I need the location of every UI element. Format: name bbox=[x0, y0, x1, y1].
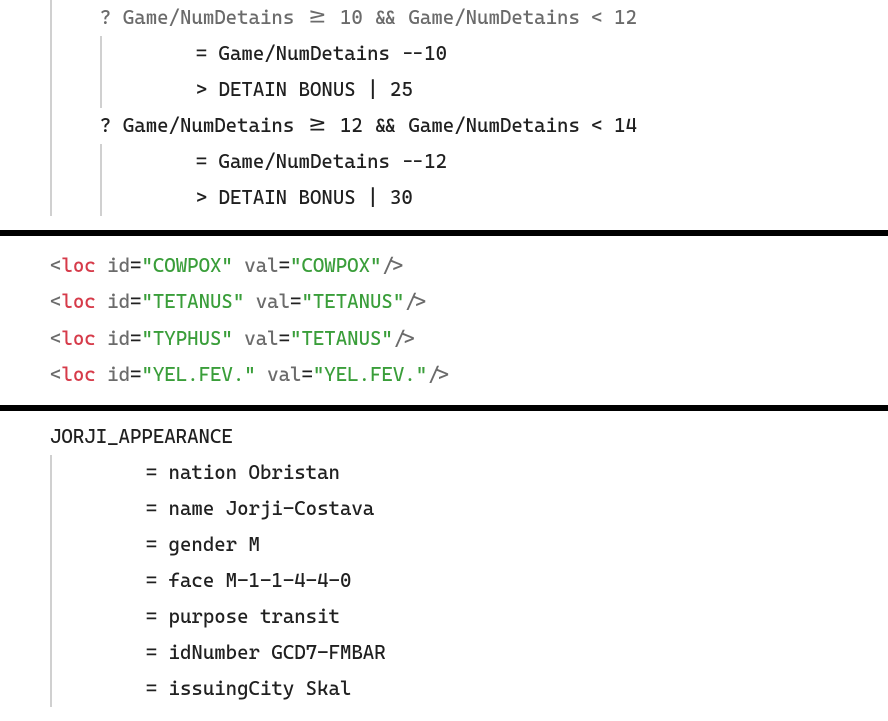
assign-line: = idNumber GCD7-FMBAR bbox=[100, 635, 888, 671]
cond-body-1: = Game/NumDetains --10 > DETAIN BONUS | … bbox=[100, 36, 888, 108]
xml-tag: loc bbox=[61, 254, 95, 277]
output-line: > DETAIN BONUS | 25 bbox=[150, 72, 888, 108]
xml-attr-id: id bbox=[107, 254, 130, 277]
assign-line: = nation Obristan bbox=[100, 455, 888, 491]
condition-line: ? Game/NumDetains >= 10 && Game/NumDetai… bbox=[100, 0, 888, 36]
angle-bracket: < bbox=[50, 254, 61, 277]
assign-line: = Game/NumDetains --12 bbox=[150, 144, 888, 180]
assign-line: = purpose transit bbox=[100, 599, 888, 635]
condition-line: ? Game/NumDetains >= 12 && Game/NumDetai… bbox=[100, 108, 888, 144]
xml-row: <loc id="YEL.FEV." val="YEL.FEV."/> bbox=[50, 357, 888, 393]
code-block-jorji: JORJI_APPEARANCE = nation Obristan = nam… bbox=[0, 411, 888, 721]
assign-line: = name Jorji-Costava bbox=[100, 491, 888, 527]
assign-line: = issuingCity Skal bbox=[100, 671, 888, 707]
section-header: JORJI_APPEARANCE bbox=[50, 419, 888, 455]
assign-line: = face M-1-1-4-4-0 bbox=[100, 563, 888, 599]
assign-line: = gender M bbox=[100, 527, 888, 563]
xml-val-id: "COWPOX" bbox=[141, 254, 232, 277]
xml-attr-val: val bbox=[244, 254, 278, 277]
cond-group-1: ? Game/NumDetains >= 10 && Game/NumDetai… bbox=[50, 0, 888, 216]
xml-val-val: "COWPOX" bbox=[290, 254, 381, 277]
assign-line: = Game/NumDetains --10 bbox=[150, 36, 888, 72]
section-body: = nation Obristan = name Jorji-Costava =… bbox=[50, 455, 888, 707]
xml-row: <loc id="TYPHUS" val="TETANUS"/> bbox=[50, 321, 888, 357]
code-block-xml: <loc id="COWPOX" val="COWPOX"/> <loc id=… bbox=[0, 236, 888, 404]
xml-row: <loc id="TETANUS" val="TETANUS"/> bbox=[50, 284, 888, 320]
output-line: > DETAIN BONUS | 30 bbox=[150, 180, 888, 216]
code-block-detain: ? Game/NumDetains >= 10 && Game/NumDetai… bbox=[0, 0, 888, 230]
angle-bracket: /> bbox=[381, 254, 404, 277]
cond-body-2: = Game/NumDetains --12 > DETAIN BONUS | … bbox=[100, 144, 888, 216]
xml-row: <loc id="COWPOX" val="COWPOX"/> bbox=[50, 248, 888, 284]
